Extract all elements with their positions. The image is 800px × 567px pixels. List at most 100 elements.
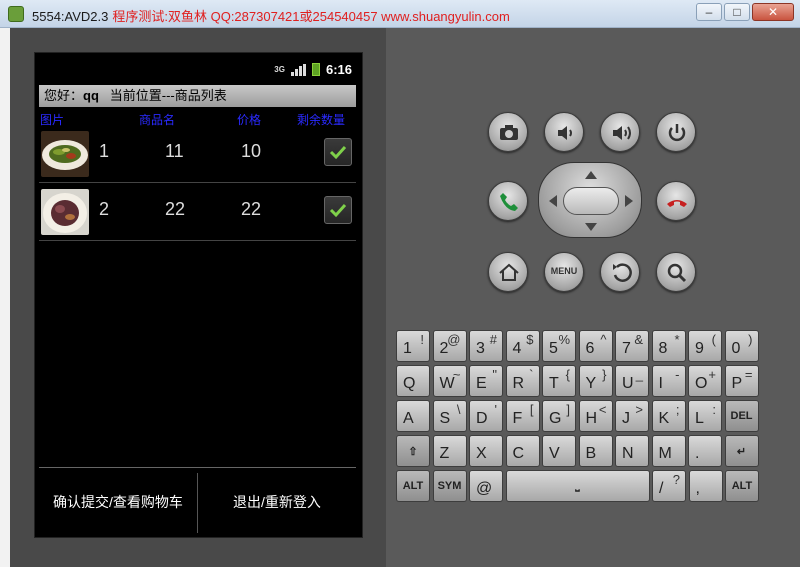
key-symbol: _ (635, 367, 643, 382)
key-x[interactable]: X (469, 435, 503, 467)
key-alt[interactable]: ALT (725, 470, 759, 502)
key-symbol: < (598, 402, 607, 417)
key-p[interactable]: P = (724, 365, 759, 397)
end-call-button[interactable] (656, 181, 696, 221)
table-row[interactable]: 2 22 22 (39, 183, 356, 241)
power-button[interactable] (656, 112, 696, 152)
dpad-left-icon[interactable] (549, 195, 557, 207)
signal-icon (290, 63, 306, 76)
key-g[interactable]: G] (542, 400, 576, 432)
bottom-divider (39, 467, 356, 468)
close-button[interactable]: ✕ (752, 3, 794, 21)
key-label: G (549, 410, 562, 427)
key-[interactable]: ⇧ (396, 435, 430, 467)
key-[interactable]: , (688, 470, 723, 502)
network-3g-icon: 3G (274, 65, 285, 74)
dpad-center-button[interactable] (563, 187, 619, 215)
key-label: M (658, 445, 672, 462)
key-u[interactable]: U _ (615, 365, 649, 397)
dpad[interactable] (538, 162, 642, 238)
menu-button[interactable]: MENU (544, 252, 584, 292)
minimize-button[interactable]: – (696, 3, 722, 21)
key-i[interactable]: I- (651, 365, 686, 397)
confirm-cart-button[interactable]: 确认提交/查看购物车 (39, 469, 197, 535)
key-m[interactable]: M (651, 435, 686, 467)
key-6[interactable]: 6 ^ (578, 330, 613, 362)
key-symbol: % (558, 332, 570, 347)
key-symbol: ~ (452, 367, 461, 382)
key-sym[interactable]: SYM (432, 470, 467, 502)
dpad-down-icon[interactable] (585, 223, 597, 231)
key-label: DEL (730, 410, 753, 422)
key-label: . (695, 445, 700, 462)
key-k[interactable]: K; (651, 400, 686, 432)
key-[interactable]: . (688, 435, 722, 467)
key-r[interactable]: R ` (505, 365, 540, 397)
location-label: 当前位置---商品列表 (109, 88, 227, 103)
camera-button[interactable] (488, 112, 528, 152)
key-t[interactable]: T{ (542, 365, 576, 397)
call-button[interactable] (488, 181, 528, 221)
key-c[interactable]: C (505, 435, 540, 467)
status-bar: 3G 6:16 (35, 53, 362, 85)
key-f[interactable]: F[ (505, 400, 540, 432)
key-3[interactable]: 3 # (469, 330, 503, 362)
key-[interactable]: /? (652, 470, 686, 502)
key-label: 3 (476, 340, 485, 357)
key-d[interactable]: D ' (469, 400, 503, 432)
back-button[interactable] (600, 252, 640, 292)
key-label: B (585, 445, 597, 462)
key-w[interactable]: W ~ (432, 365, 467, 397)
key-label: S (439, 410, 451, 427)
key-5[interactable]: 5% (542, 330, 576, 362)
key-n[interactable]: N (615, 435, 649, 467)
maximize-button[interactable]: □ (724, 3, 750, 21)
table-row[interactable]: 1 11 10 (39, 125, 356, 183)
key-[interactable]: @ (469, 470, 503, 502)
key-a[interactable]: A (396, 400, 430, 432)
key-[interactable]: ↵ (724, 435, 759, 467)
key-9[interactable]: 9( (688, 330, 722, 362)
key-o[interactable]: O + (688, 365, 722, 397)
home-button[interactable] (488, 252, 528, 292)
key-v[interactable]: V (542, 435, 576, 467)
key-e[interactable]: E " (469, 365, 503, 397)
space-key[interactable]: ⎵ (505, 470, 650, 502)
key-label: E (476, 375, 487, 392)
key-label: 0 (731, 340, 741, 357)
location-bar: 您好：qq 当前位置---商品列表 (39, 85, 356, 107)
key-h[interactable]: H < (578, 400, 613, 432)
key-2[interactable]: 2 @ (432, 330, 467, 362)
key-alt[interactable]: ALT (396, 470, 430, 502)
select-checkbox[interactable] (324, 138, 352, 166)
camera-icon (500, 125, 518, 140)
dpad-up-icon[interactable] (585, 171, 597, 179)
key-4[interactable]: 4 $ (505, 330, 540, 362)
key-1[interactable]: 1! (396, 330, 430, 362)
key-label: U (622, 375, 634, 392)
key-symbol: " (492, 367, 497, 382)
key-8[interactable]: 8 * (651, 330, 686, 362)
volume-up-button[interactable] (600, 112, 640, 152)
key-symbol: ^ (600, 332, 607, 347)
key-0[interactable]: 0) (724, 330, 759, 362)
key-label: 6 (585, 340, 595, 357)
volume-down-button[interactable] (544, 112, 584, 152)
key-s[interactable]: S \ (432, 400, 467, 432)
dpad-right-icon[interactable] (625, 195, 633, 207)
key-y[interactable]: Y} (578, 365, 613, 397)
key-symbol: # (489, 332, 497, 347)
key-j[interactable]: J > (615, 400, 649, 432)
key-q[interactable]: Q (396, 365, 430, 397)
key-l[interactable]: L: (688, 400, 722, 432)
key-symbol: > (635, 402, 643, 417)
key-7[interactable]: 7 & (615, 330, 649, 362)
search-button[interactable] (656, 252, 696, 292)
key-del[interactable]: DEL (724, 400, 759, 432)
key-label: ALT (402, 480, 424, 492)
logout-button[interactable]: 退出/重新登入 (198, 469, 356, 535)
key-z[interactable]: Z (432, 435, 467, 467)
select-checkbox[interactable] (324, 196, 352, 224)
key-b[interactable]: B (578, 435, 613, 467)
key-symbol: \ (456, 402, 461, 417)
